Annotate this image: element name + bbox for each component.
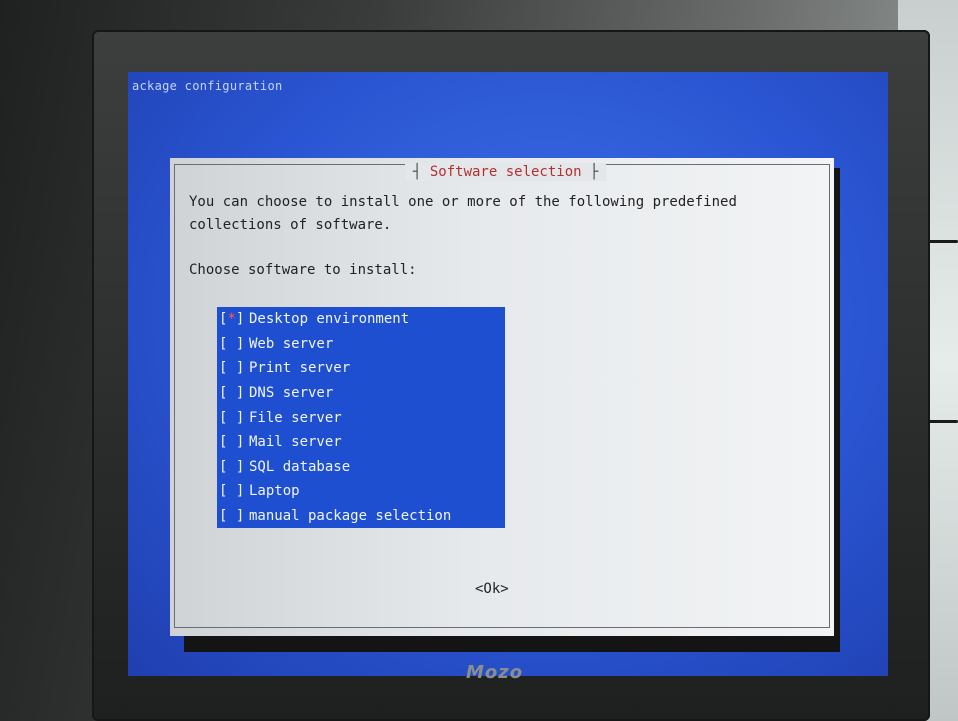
list-item-label: Desktop environment — [249, 311, 410, 328]
list-item-label: DNS server — [249, 385, 334, 402]
dialog-frame: ┤ Software selection ├ You can choose to… — [174, 163, 830, 628]
list-item-file-server[interactable]: [ ] File server — [217, 405, 505, 430]
title-bracket-left: ┤ — [413, 164, 430, 180]
list-item-label: File server — [249, 409, 342, 426]
checkbox[interactable]: [ ] — [219, 385, 249, 401]
dialog-title-text: Software selection — [429, 164, 582, 180]
list-item-label: Mail server — [249, 434, 342, 451]
list-item-label: Laptop — [249, 483, 300, 500]
screen-title: ackage configuration — [132, 79, 283, 93]
list-item-label: Web server — [249, 335, 334, 352]
list-item-web-server[interactable]: [ ] Web server — [217, 332, 505, 357]
checkbox[interactable]: [ ] — [219, 336, 249, 352]
software-selection-dialog: ┤ Software selection ├ You can choose to… — [170, 158, 834, 636]
list-item-label: SQL database — [249, 458, 351, 475]
checkbox[interactable]: [ ] — [219, 483, 249, 499]
list-item-label: manual package selection — [249, 508, 452, 525]
list-item-laptop[interactable]: [ ] Laptop — [217, 479, 505, 504]
choose-software-prompt: Choose software to install: — [189, 262, 417, 278]
checkbox[interactable]: [ ] — [219, 410, 249, 426]
title-bracket-right: ├ — [581, 164, 599, 180]
list-item-sql-database[interactable]: [ ] SQL database — [217, 455, 505, 480]
software-list[interactable]: [*] Desktop environment [ ] Web server [… — [217, 307, 505, 529]
list-item-manual-package-selection[interactable]: [ ] manual package selection — [217, 504, 505, 529]
list-item-desktop-environment[interactable]: [*] Desktop environment — [217, 307, 505, 332]
ok-button[interactable]: <Ok> — [475, 581, 509, 597]
dialog-description: You can choose to install one or more of… — [189, 194, 737, 233]
brand-logo: Mozo — [466, 662, 524, 683]
checkbox[interactable]: [*] — [219, 311, 249, 327]
list-item-dns-server[interactable]: [ ] DNS server — [217, 381, 505, 406]
checkbox[interactable]: [ ] — [219, 459, 249, 475]
monitor-bezel: ackage configuration ┤ Software selectio… — [92, 30, 930, 721]
dialog-title: ┤ Software selection ├ — [405, 163, 607, 181]
screen: ackage configuration ┤ Software selectio… — [128, 72, 888, 676]
checkbox[interactable]: [ ] — [219, 360, 249, 376]
checkbox[interactable]: [ ] — [219, 508, 249, 524]
list-item-print-server[interactable]: [ ] Print server — [217, 356, 505, 381]
list-item-label: Print server — [249, 360, 351, 377]
checkbox[interactable]: [ ] — [219, 434, 249, 450]
list-item-mail-server[interactable]: [ ] Mail server — [217, 430, 505, 455]
